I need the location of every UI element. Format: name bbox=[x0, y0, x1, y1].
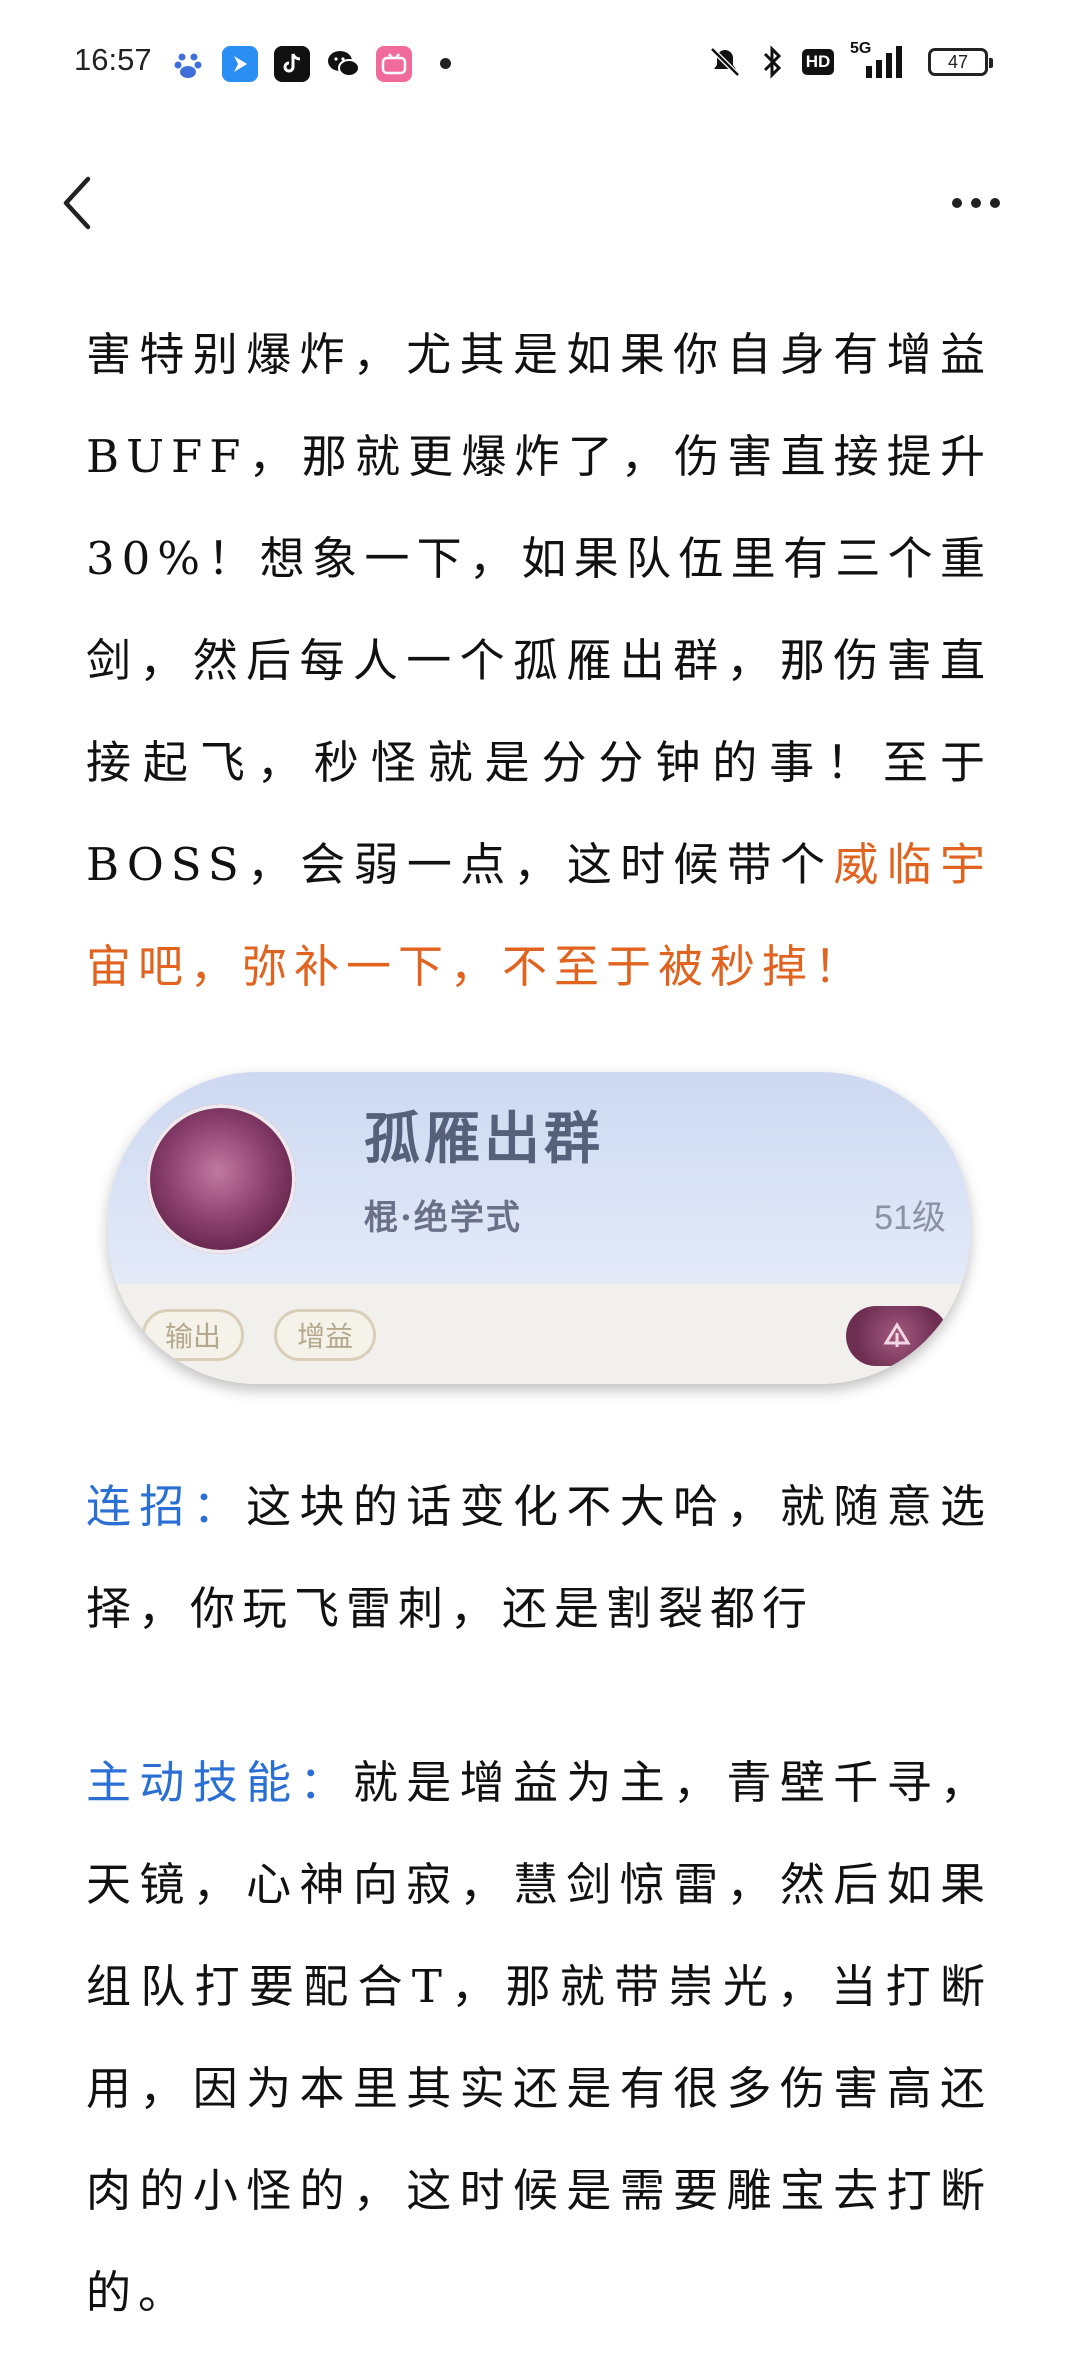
more-notifications-dot bbox=[440, 58, 451, 69]
skill-name: 孤雁出群 bbox=[364, 1106, 604, 1172]
status-bar: 16:57 HD 5G 47 bbox=[0, 0, 1080, 120]
skill-card-image: 孤雁出群 棍·绝学式 51级 输出 增益 bbox=[108, 1072, 970, 1384]
skill-action-button bbox=[846, 1306, 948, 1366]
back-button[interactable] bbox=[52, 168, 102, 238]
article-paragraph-3: 主动技能：就是增益为主，青壁千寻，天镜，心神向寂，慧剑惊雷，然后如果组队打要配合… bbox=[86, 1732, 992, 2344]
status-time: 16:57 bbox=[74, 42, 152, 77]
network-label: 5G bbox=[850, 40, 872, 57]
app-blue-icon bbox=[222, 46, 258, 82]
article-paragraph-2: 连招：这块的话变化不大哈，就随意选择，你玩飞雷刺，还是割裂都行 bbox=[86, 1456, 992, 1660]
skill-type: 棍·绝学式 bbox=[364, 1198, 522, 1238]
skill-tag-buff: 增益 bbox=[274, 1309, 377, 1361]
skill-avatar bbox=[146, 1104, 296, 1254]
bilibili-icon bbox=[376, 46, 412, 82]
paragraph-text: 害特别爆炸，尤其是如果你自身有增益BUFF，那就更爆炸了，伤害直接提升30%！想… bbox=[86, 328, 992, 891]
skill-tag-output: 输出 bbox=[142, 1309, 245, 1361]
skill-emblem-icon bbox=[883, 1322, 911, 1347]
mute-icon bbox=[706, 44, 744, 80]
more-dot-icon bbox=[990, 198, 1000, 208]
wechat-icon bbox=[326, 46, 362, 82]
more-dot-icon bbox=[952, 198, 962, 208]
hd-label: HD bbox=[801, 49, 835, 75]
active-skills-label: 主动技能： bbox=[86, 1756, 353, 1809]
combo-label: 连招： bbox=[86, 1480, 247, 1533]
paragraph-text: 就是增益为主，青壁千寻，天镜，心神向寂，慧剑惊雷，然后如果组队打要配合T，那就带… bbox=[86, 1756, 992, 2319]
battery-icon: 47 bbox=[928, 48, 993, 76]
hd-icon: HD bbox=[800, 44, 836, 80]
chevron-left-icon bbox=[63, 176, 91, 230]
signal-icon: 5G bbox=[846, 40, 908, 80]
more-options-button[interactable] bbox=[944, 178, 1008, 228]
more-dot-icon bbox=[971, 198, 981, 208]
bluetooth-icon bbox=[758, 44, 786, 80]
baidu-icon bbox=[170, 46, 206, 82]
article-paragraph-1: 害特别爆炸，尤其是如果你自身有增益BUFF，那就更爆炸了，伤害直接提升30%！想… bbox=[86, 304, 992, 1018]
skill-level: 51级 bbox=[874, 1199, 946, 1237]
tiktok-icon bbox=[274, 46, 310, 82]
battery-level: 47 bbox=[947, 51, 969, 72]
